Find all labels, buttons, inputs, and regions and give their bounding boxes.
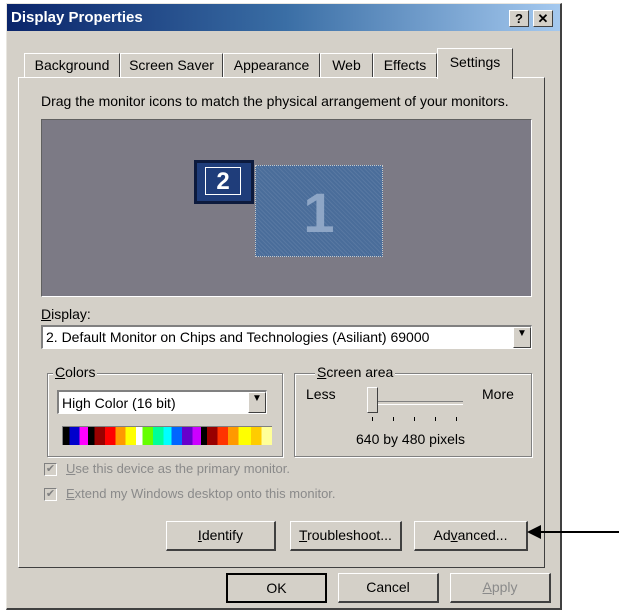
window-title: Display Properties (11, 9, 143, 26)
screen-resolution-text: 640 by 480 pixels (356, 431, 465, 447)
monitor-2-icon[interactable]: 2 (194, 160, 254, 204)
advanced-button[interactable]: Advanced... (414, 521, 528, 551)
tab-web[interactable]: Web (320, 53, 373, 77)
chevron-down-icon: ▼ (517, 328, 527, 339)
primary-monitor-label: Use this device as the primary monitor. (66, 461, 290, 476)
checkmark-icon: ✔ (45, 463, 56, 475)
display-properties-dialog: Display Properties ? ✕ Background Screen… (6, 3, 562, 610)
display-select-value: 2. Default Monitor on Chips and Technolo… (46, 329, 430, 345)
chevron-down-icon: ▼ (252, 393, 262, 404)
ok-button[interactable]: OK (226, 573, 327, 603)
monitor-1-icon[interactable]: 1 (255, 165, 383, 257)
tab-background[interactable]: Background (24, 53, 120, 77)
display-label: Display: (41, 306, 91, 322)
colors-group-label: Colors (53, 364, 98, 380)
close-button[interactable]: ✕ (533, 10, 553, 27)
screen-area-less-label: Less (306, 386, 336, 402)
colors-select-value: High Color (16 bit) (62, 395, 176, 411)
apply-button[interactable]: Apply (450, 573, 551, 603)
tab-appearance[interactable]: Appearance (223, 53, 320, 77)
slider-tick (372, 417, 373, 421)
primary-monitor-checkbox[interactable]: ✔ (44, 463, 57, 476)
tab-effects[interactable]: Effects (373, 53, 437, 77)
color-spectrum-preview (62, 426, 272, 445)
screen-area-group-label: Screen area (315, 364, 396, 380)
slider-tick (456, 417, 457, 421)
troubleshoot-button[interactable]: Troubleshoot... (290, 521, 402, 551)
monitor-1-label: 1 (303, 181, 335, 244)
slider-tick (414, 417, 415, 421)
checkmark-icon: ✔ (45, 488, 56, 500)
instruction-text: Drag the monitor icons to match the phys… (41, 93, 509, 109)
screen-area-slider-thumb[interactable] (367, 387, 378, 413)
cancel-button[interactable]: Cancel (338, 573, 439, 603)
callout-arrow-icon (527, 525, 619, 539)
display-dropdown-button[interactable]: ▼ (513, 327, 531, 348)
monitor-2-label: 2 (205, 167, 241, 195)
tab-screen-saver[interactable]: Screen Saver (120, 53, 223, 77)
extend-desktop-label: Extend my Windows desktop onto this moni… (66, 486, 336, 501)
identify-button[interactable]: Identify (166, 521, 276, 551)
colors-select[interactable]: High Color (16 bit) ▼ (57, 390, 267, 414)
extend-desktop-checkbox[interactable]: ✔ (44, 488, 57, 501)
screen-area-slider-track[interactable] (367, 401, 463, 405)
tab-settings[interactable]: Settings (437, 48, 513, 79)
screen-area-more-label: More (482, 386, 514, 402)
slider-tick (435, 417, 436, 421)
close-icon: ✕ (537, 11, 549, 26)
tab-strip: Background Screen Saver Appearance Web E… (7, 48, 560, 79)
display-select[interactable]: 2. Default Monitor on Chips and Technolo… (41, 325, 532, 349)
help-button[interactable]: ? (509, 10, 529, 27)
colors-dropdown-button[interactable]: ▼ (248, 392, 266, 413)
slider-tick (393, 417, 394, 421)
monitor-arrangement-area[interactable]: 2 1 (41, 119, 532, 297)
title-bar[interactable]: Display Properties ? ✕ (7, 4, 560, 31)
